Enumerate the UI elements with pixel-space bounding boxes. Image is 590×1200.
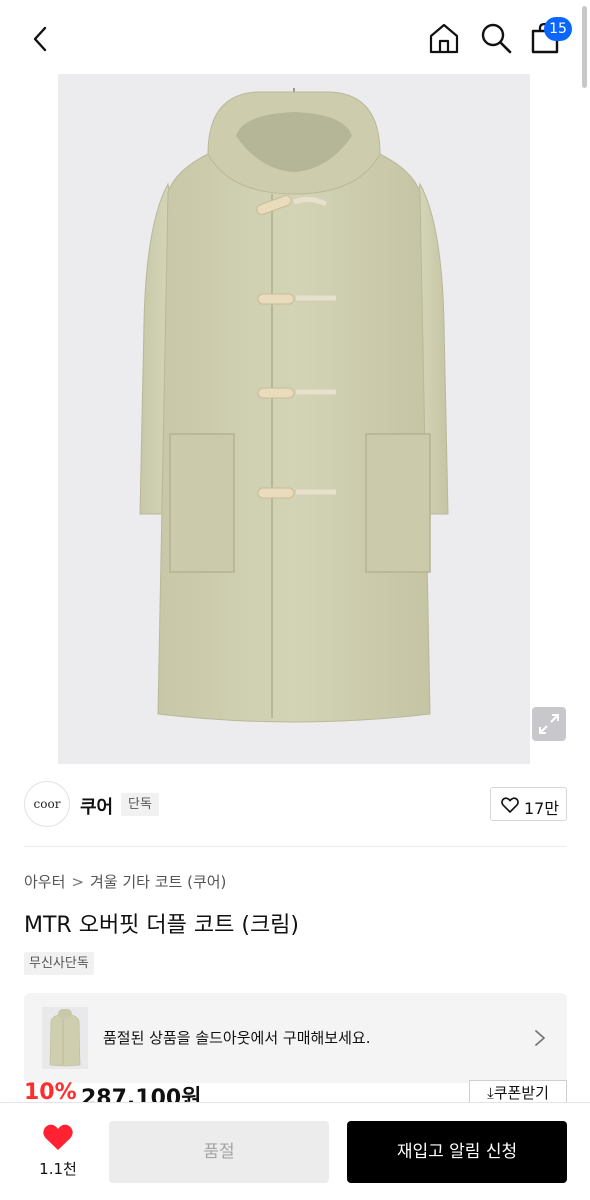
brand-logo[interactable]: coor <box>24 781 70 827</box>
product-title: MTR 오버핏 더플 코트 (크림) <box>24 913 300 938</box>
search-button[interactable] <box>478 20 514 56</box>
wish-count: 1.1천 <box>39 1160 77 1178</box>
exclusive-badge: 무신사단독 <box>24 952 94 975</box>
breadcrumb-item-outer[interactable]: 아우터 <box>24 873 65 891</box>
breadcrumb-item-category[interactable]: 겨울 기타 코트 (쿠어) <box>90 873 226 891</box>
soldout-banner-text: 품절된 상품을 솔드아웃에서 구매해보세요. <box>103 1029 371 1047</box>
soldout-button: 품절 <box>109 1121 329 1183</box>
scrollbar[interactable] <box>582 6 587 88</box>
coat-thumbnail-icon <box>49 1009 81 1067</box>
chevron-right-icon <box>535 1030 545 1046</box>
restock-alert-button[interactable]: 재입고 알림 신청 <box>347 1121 567 1183</box>
soldout-banner[interactable]: 품절된 상품을 솔드아웃에서 구매해보세요. <box>24 993 567 1083</box>
divider <box>24 846 567 847</box>
breadcrumb: 아우터 > 겨울 기타 코트 (쿠어) <box>24 871 226 892</box>
brand-exclusive-tag: 단독 <box>121 793 159 816</box>
coupon-button[interactable]: ⤓쿠폰받기 <box>469 1080 567 1104</box>
product-image[interactable] <box>58 74 530 764</box>
brand-like-count: 17만 <box>524 799 560 818</box>
brand-row: coor 쿠어 단독 17만 <box>0 776 590 834</box>
breadcrumb-separator: > <box>71 873 84 891</box>
home-button[interactable] <box>426 20 462 56</box>
discount-rate: 10% <box>24 1080 77 1104</box>
expand-image-button[interactable] <box>532 707 566 741</box>
coupon-label: 쿠폰받기 <box>493 1084 549 1102</box>
expand-icon <box>539 714 559 734</box>
back-button[interactable] <box>24 22 58 56</box>
heart-outline-icon <box>501 797 519 813</box>
sale-price: 287,100원 <box>81 1086 202 1104</box>
brand-like-button[interactable]: 17만 <box>490 787 567 821</box>
home-icon <box>429 23 459 54</box>
chevron-left-icon <box>33 26 47 52</box>
price-row: 10% 287,100원 ⤓쿠폰받기 <box>0 1080 590 1104</box>
cart-count-badge: 15 <box>544 17 572 41</box>
download-icon: ⤓ <box>487 1084 494 1102</box>
duffle-coat-illustration <box>139 88 449 723</box>
heart-filled-icon[interactable] <box>42 1123 74 1151</box>
bottom-action-bar: 1.1천 품절 재입고 알림 신청 <box>0 1102 590 1200</box>
soldout-thumbnail <box>42 1007 88 1069</box>
search-icon <box>481 23 512 54</box>
brand-name[interactable]: 쿠어 <box>80 793 113 819</box>
top-navigation-bar: 15 <box>0 0 590 88</box>
